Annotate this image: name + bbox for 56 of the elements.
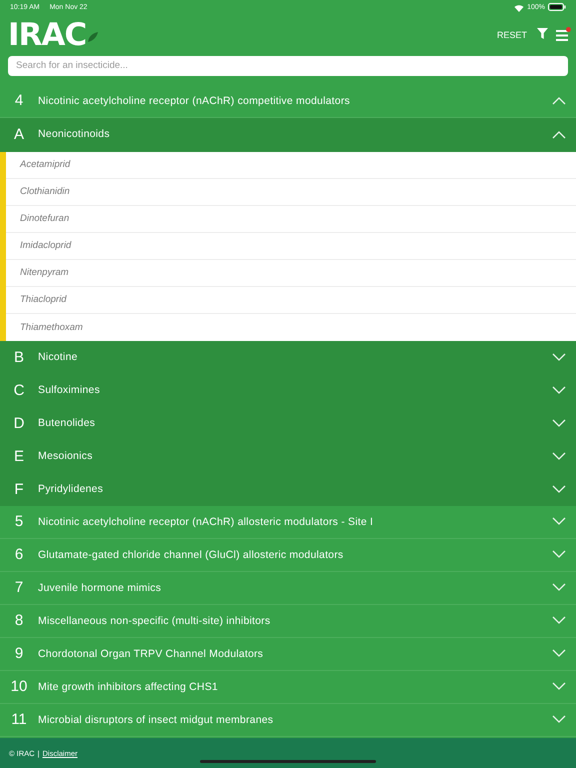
group-title: Juvenile hormone mimics	[38, 582, 162, 594]
group-row[interactable]: 9 Chordotonal Organ TRPV Channel Modulators	[0, 638, 576, 670]
subgroup-letter: D	[12, 414, 26, 432]
group-row[interactable]: 11 Microbial disruptors of insect midgut membranes	[0, 704, 576, 736]
subgroup-letter: B	[12, 348, 25, 366]
subgroup-letter: A	[12, 126, 25, 142]
group-number: 8	[14, 612, 24, 629]
group-title: Nicotinic acetylcholine receptor (nAChR) allosteric modulators - Site I	[38, 516, 374, 528]
compound-item[interactable]: Clothianidin	[6, 178, 576, 206]
group-number: 7	[14, 579, 24, 596]
battery-icon	[548, 2, 566, 10]
group-number: 11	[10, 711, 28, 728]
compound-item[interactable]: Nitenpyram	[6, 260, 576, 286]
menu-icon[interactable]	[556, 30, 568, 40]
reset-button[interactable]: RESET	[494, 28, 529, 42]
group-title: Chordotonal Organ TRPV Channel Modulators	[38, 648, 264, 660]
group-number: 10	[10, 678, 28, 695]
subgroup-title: Nicotine	[38, 351, 79, 363]
subgroup-row[interactable]: A Neonicotinoids	[0, 118, 576, 150]
subgroup-letter: C	[12, 382, 26, 398]
group-row[interactable]: 5 Nicotinic acetylcholine receptor (nAChR) allosteric modulators - Site I	[0, 506, 576, 538]
group-title: Microbial disruptors of insect midgut membranes	[38, 714, 274, 726]
group-title: Miscellaneous non-specific (multi-site) inhibitors	[38, 614, 272, 626]
subgroup-title: Pyridylidenes	[38, 483, 104, 495]
wifi-icon	[514, 4, 524, 12]
group-title: Glutamate-gated chloride channel (GluCl) allosteric modulators	[38, 548, 344, 560]
compound-item[interactable]: Thiamethoxam	[6, 314, 576, 340]
subgroup-title: Neonicotinoids	[38, 128, 111, 140]
subgroup-row[interactable]: F Pyridylidenes	[0, 472, 576, 506]
group-title: Mite growth inhibitors affecting CHS1	[38, 680, 219, 692]
subgroup-row[interactable]: C Sulfoximines	[0, 374, 576, 406]
compound-item[interactable]: Acetamiprid	[6, 152, 576, 178]
leaf-icon	[87, 30, 100, 42]
compound-item[interactable]: Imidacloprid	[6, 232, 576, 260]
group-row[interactable]: 7 Juvenile hormone mimics	[0, 572, 576, 604]
subgroup-row[interactable]: D Butenolides	[0, 406, 576, 440]
group-number: 9	[14, 645, 24, 662]
subgroup-letter: F	[13, 480, 25, 498]
irac-logo: IRAC	[8, 20, 86, 50]
subgroup-row[interactable]: B Nicotine	[0, 340, 576, 374]
group-row[interactable]: 6 Glutamate-gated chloride channel (GluCl) allosteric modulators	[0, 538, 576, 572]
compound-item[interactable]: Thiacloprid	[6, 286, 576, 314]
subgroup-letter: E	[12, 448, 25, 464]
group-number: 4	[14, 92, 24, 109]
subgroup-title: Sulfoximines	[38, 384, 101, 396]
group-row[interactable]: 10 Mite growth inhibitors affecting CHS1	[0, 670, 576, 704]
group-row[interactable]: 8 Miscellaneous non-specific (multi-site) inhibitors	[0, 604, 576, 638]
group-number: 6	[14, 546, 24, 563]
group-number: 5	[14, 513, 24, 530]
subgroup-title: Butenolides	[38, 417, 96, 429]
subgroup-title: Mesoionics	[38, 450, 94, 462]
subgroup-row[interactable]: E Mesoionics	[0, 440, 576, 472]
filter-icon[interactable]	[537, 28, 548, 39]
search-field[interactable]: Search for an insecticide...	[8, 56, 568, 76]
group-title: Nicotinic acetylcholine receptor (nAChR) competitive modulators	[38, 94, 351, 106]
compound-item[interactable]: Dinotefuran	[6, 206, 576, 232]
